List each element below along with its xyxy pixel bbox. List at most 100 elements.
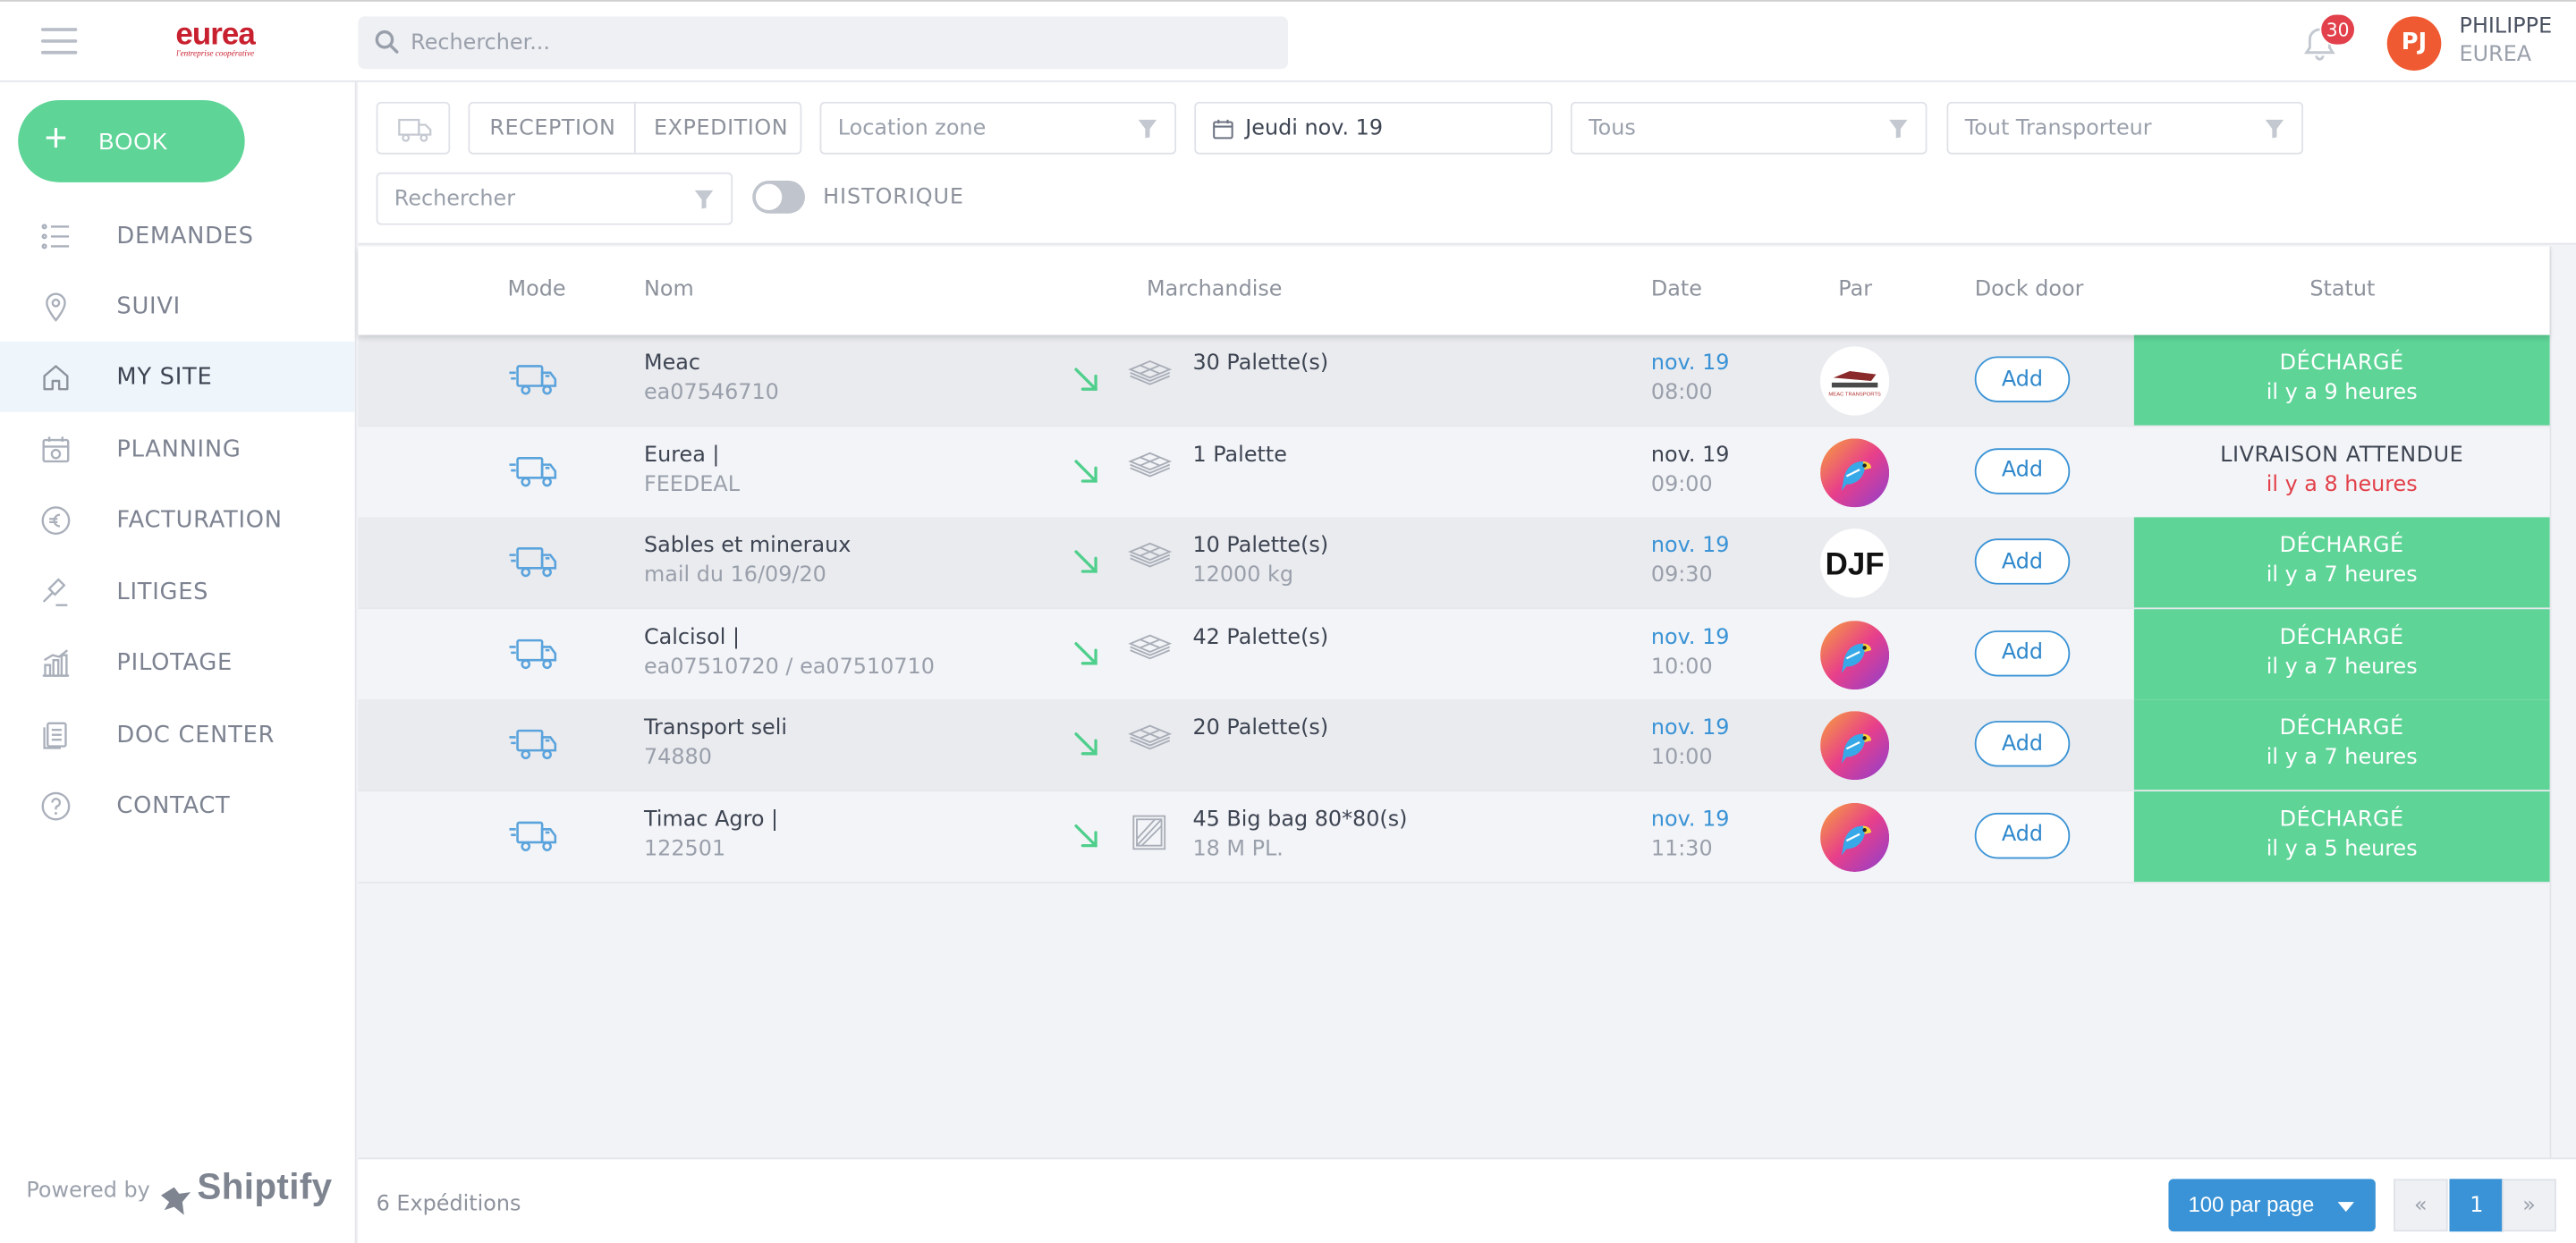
status-label: DÉCHARGÉ — [2279, 807, 2404, 833]
shipment-time: 10:00 — [1650, 654, 1713, 680]
table-scrollbar[interactable] — [2549, 246, 2576, 1158]
pallet-icon — [1128, 724, 1173, 750]
sidebar-item-contact[interactable]: CONTACT — [0, 770, 355, 841]
carrier-logo[interactable]: MEAC TRANSPORTS — [1820, 346, 1890, 416]
djf-logo: DJF — [1820, 528, 1890, 598]
column-header-par[interactable]: Par — [1838, 277, 1872, 303]
status-time: il y a 7 heures — [2266, 745, 2418, 771]
table-row[interactable]: Sables et mineraux mail du 16/09/20 10 Pal… — [358, 517, 2550, 610]
add-dock-door-button[interactable]: Add — [1974, 356, 2071, 402]
goods-quantity: 42 Palette(s) — [1192, 624, 1329, 650]
user-organization: EUREA — [2459, 42, 2532, 68]
status-time: il y a 5 heures — [2266, 836, 2418, 862]
reception-toggle[interactable]: RECEPTION — [468, 101, 636, 155]
carrier-filter-select[interactable]: Tout Transporteur — [1946, 101, 2304, 155]
status-label: LIVRAISON ATTENDUE — [2220, 442, 2464, 468]
expedition-toggle[interactable]: EXPEDITION — [633, 101, 802, 155]
filter-icon — [1138, 119, 1157, 139]
global-search — [358, 16, 1288, 70]
table-search-input[interactable]: Rechercher — [376, 172, 733, 225]
switch-knob — [755, 183, 783, 211]
sidebar-item-facturation[interactable]: FACTURATION — [0, 485, 355, 555]
book-button[interactable]: + BOOK — [18, 100, 245, 182]
shipment-name[interactable]: Sables et mineraux — [644, 532, 851, 562]
status-filter-value: Tous — [1589, 116, 1636, 141]
chart-icon — [42, 649, 70, 677]
transport-mode-button[interactable] — [376, 101, 451, 155]
sidebar-item-demandes[interactable]: DEMANDES — [0, 200, 355, 271]
table-row[interactable]: Meac ea07546710 30 Palette(s) nov. 19 08:00 M… — [358, 334, 2550, 427]
per-page-select[interactable]: 100 par page — [2168, 1179, 2376, 1232]
parrot-logo — [1820, 620, 1890, 689]
pagination-prev[interactable]: « — [2394, 1179, 2448, 1232]
user-name[interactable]: PHILIPPE — [2460, 15, 2553, 41]
status-label: DÉCHARGÉ — [2279, 624, 2404, 650]
euro-icon — [41, 506, 71, 535]
add-dock-door-button[interactable]: Add — [1974, 721, 2071, 767]
column-header-statut[interactable]: Statut — [2309, 277, 2375, 303]
carrier-logo[interactable] — [1820, 801, 1890, 872]
sidebar-item-pilotage[interactable]: PILOTAGE — [0, 627, 355, 698]
shipment-time: 09:30 — [1650, 562, 1713, 588]
sidebar-item-my-site[interactable]: MY SITE — [0, 341, 355, 412]
global-search-input[interactable] — [411, 16, 1266, 70]
pallet-icon — [1128, 633, 1173, 659]
shipment-name[interactable]: Meac — [644, 350, 700, 379]
add-dock-door-button[interactable]: Add — [1974, 447, 2071, 494]
shipment-name[interactable]: Transport seli — [644, 715, 787, 744]
carrier-logo[interactable] — [1820, 620, 1890, 689]
goods-quantity: 10 Palette(s) — [1192, 533, 1329, 559]
add-dock-door-button[interactable]: Add — [1974, 630, 2071, 676]
column-header-marchandise[interactable]: Marchandise — [1147, 277, 1282, 303]
sidebar-item-litiges[interactable]: LITIGES — [0, 556, 355, 627]
reception-label: RECEPTION — [489, 116, 616, 141]
shipment-date: nov. 19 — [1650, 351, 1730, 376]
carrier-logo[interactable] — [1820, 711, 1890, 781]
carrier-logo[interactable] — [1820, 437, 1890, 507]
per-page-value: 100 par page — [2188, 1192, 2315, 1217]
parrot-logo — [1820, 437, 1890, 507]
history-switch[interactable] — [752, 180, 805, 214]
pagination-next[interactable]: » — [2502, 1179, 2556, 1232]
shipment-time: 09:00 — [1650, 471, 1713, 497]
calendar-icon — [42, 436, 70, 463]
shipment-name[interactable]: Calcisol | — [644, 623, 740, 653]
table-row[interactable]: Eurea | FEEDEAL 1 Palette nov. 19 09:00 Add LI… — [358, 426, 2550, 519]
shipment-name[interactable]: Timac Agro | — [644, 806, 778, 835]
pallet-icon — [1128, 451, 1173, 477]
sidebar-item-planning[interactable]: PLANNING — [0, 414, 355, 485]
add-dock-door-button[interactable]: Add — [1974, 812, 2071, 858]
column-header-nom[interactable]: Nom — [644, 277, 694, 303]
book-label: BOOK — [98, 128, 169, 155]
shipment-time: 10:00 — [1650, 745, 1713, 771]
add-dock-door-button[interactable]: Add — [1974, 538, 2071, 585]
notification-badge[interactable]: 30 — [2319, 13, 2356, 47]
location-pin-icon — [46, 292, 66, 322]
location-zone-select[interactable]: Location zone — [819, 101, 1177, 155]
plus-icon: + — [44, 116, 69, 161]
pallet-icon — [1128, 359, 1173, 385]
user-avatar[interactable]: PJ — [2386, 16, 2442, 71]
status-time: il y a 9 heures — [2266, 380, 2418, 406]
status-filter-select[interactable]: Tous — [1570, 101, 1928, 155]
eurea-logo[interactable]: eurea l'entreprise coopérative — [167, 20, 263, 63]
shipment-name[interactable]: Eurea | — [644, 441, 719, 470]
column-header-date[interactable]: Date — [1651, 277, 1702, 303]
carrier-logo[interactable]: DJF — [1820, 528, 1890, 598]
sidebar-item-suivi[interactable]: SUIVI — [0, 271, 355, 342]
pagination-page[interactable]: 1 — [2449, 1179, 2504, 1232]
table-row[interactable]: Timac Agro | 122501 45 Big bag 80*80(s) 18 … — [358, 791, 2550, 883]
column-header-dock-door[interactable]: Dock door — [1975, 277, 2084, 303]
table-row[interactable]: Transport seli 74880 20 Palette(s) nov. 19 1… — [358, 699, 2550, 792]
menu-icon[interactable] — [40, 28, 78, 57]
sidebar-item-doc-center[interactable]: DOC CENTER — [0, 699, 355, 770]
sidebar-item-label: FACTURATION — [116, 507, 283, 534]
table-row[interactable]: Calcisol | ea07510720 / ea07510710 42 Pale… — [358, 608, 2550, 701]
sidebar-item-label: PLANNING — [116, 436, 242, 463]
arrow-down-right-icon — [1074, 550, 1097, 573]
truck-icon — [398, 118, 432, 142]
powered-by-text: Powered by — [26, 1179, 150, 1204]
bigbag-icon — [1132, 814, 1166, 850]
column-header-mode[interactable]: Mode — [508, 277, 566, 303]
date-picker[interactable]: Jeudi nov. 19 — [1194, 101, 1553, 155]
